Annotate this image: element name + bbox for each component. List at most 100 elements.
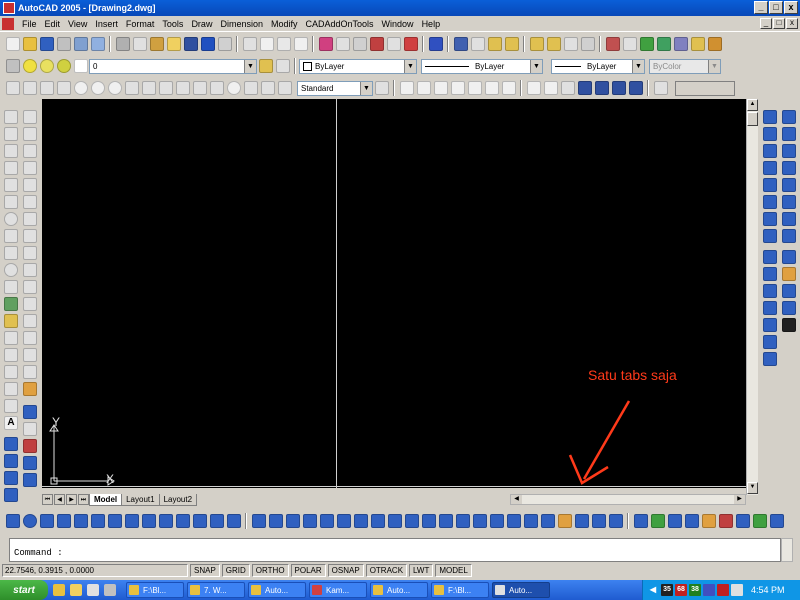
maximize-button[interactable]: □ [769, 1, 783, 14]
extrude-faces-icon[interactable] [302, 514, 317, 528]
tolerance-icon[interactable] [209, 81, 224, 95]
taskbar-item-w[interactable]: 7. W... [187, 582, 245, 598]
solid-tool-11-icon[interactable] [782, 284, 796, 298]
move-icon[interactable] [656, 37, 671, 51]
linetype-dropdown[interactable]: ByLayer ▼ [421, 58, 543, 74]
quicklaunch-folder-icon[interactable] [70, 584, 82, 596]
scale-icon[interactable] [690, 37, 705, 51]
solid-tool-7-icon[interactable] [782, 211, 796, 226]
ucs-world-icon[interactable] [470, 37, 485, 51]
jogged-dimension-icon[interactable] [90, 81, 105, 95]
close-button[interactable]: x [784, 1, 798, 14]
taskbar-item-auto-1[interactable]: Auto... [248, 582, 306, 598]
dim-tool-10-icon[interactable] [763, 267, 777, 281]
lineweight-dropdown[interactable]: ByLayer ▼ [551, 58, 645, 74]
dim-tool-4-icon[interactable] [763, 160, 777, 175]
explode-icon[interactable] [23, 381, 37, 396]
command-scrollbar[interactable] [781, 538, 793, 562]
menu-dimension[interactable]: Dimension [216, 19, 267, 29]
subtract-icon[interactable] [268, 514, 283, 528]
redo-icon[interactable] [217, 37, 232, 51]
revision-cloud-icon[interactable] [4, 228, 18, 243]
break-at-point-icon[interactable] [23, 296, 37, 311]
hatch-icon[interactable] [4, 347, 18, 362]
materials-library-icon[interactable] [701, 514, 716, 528]
revolve-icon[interactable] [124, 514, 139, 528]
point-icon[interactable] [4, 330, 18, 345]
layer-manager-icon[interactable] [5, 59, 20, 73]
menu-tools[interactable]: Tools [158, 19, 187, 29]
shell-icon[interactable] [523, 514, 538, 528]
break-icon[interactable] [23, 313, 37, 328]
coordinate-readout[interactable]: 22.7546, 0.3915 , 0.0000 [2, 564, 188, 577]
multiline-text-icon[interactable] [399, 81, 414, 95]
spline-icon[interactable] [4, 245, 18, 260]
solid-tool-13-icon[interactable] [782, 318, 796, 332]
setup-profile-icon[interactable] [226, 514, 241, 528]
tab-prev-button[interactable]: ◀ [54, 494, 65, 505]
setup-view-icon[interactable] [209, 514, 224, 528]
center-mark-icon[interactable] [226, 81, 241, 95]
cylinder-icon[interactable] [39, 514, 54, 528]
offset-object-icon[interactable] [23, 160, 37, 175]
publish-icon[interactable] [90, 37, 105, 51]
quicklaunch-explorer-icon[interactable] [53, 584, 65, 596]
imprint-icon[interactable] [472, 514, 487, 528]
solid-tool-10-icon[interactable] [782, 267, 796, 281]
union-icon[interactable] [251, 514, 266, 528]
polyline-icon[interactable] [4, 143, 18, 158]
drawing-canvas[interactable]: Y X [42, 99, 746, 488]
make-object-layer-current-icon[interactable] [258, 59, 273, 73]
scroll-down-button[interactable]: ▼ [747, 482, 758, 494]
tool-icon-h[interactable] [23, 456, 37, 470]
flat-edges-icon[interactable] [611, 81, 626, 95]
osnap-toggle[interactable]: OSNAP [327, 564, 364, 577]
wireframe-3d-icon[interactable] [543, 81, 558, 95]
menu-file[interactable]: File [18, 19, 41, 29]
quicklaunch-drive-icon[interactable] [87, 584, 99, 596]
doc-close-button[interactable]: x [786, 18, 798, 29]
dimstyle-dropdown[interactable]: Standard ▼ [297, 80, 373, 96]
grid-toggle[interactable]: GRID [221, 564, 250, 577]
table-icon[interactable] [4, 398, 18, 413]
rotate-object-icon[interactable] [23, 211, 37, 226]
ucs-object-icon[interactable] [487, 37, 502, 51]
cone-icon[interactable] [56, 514, 71, 528]
doc-restore-button[interactable]: □ [773, 18, 785, 29]
aligned-dimension-icon[interactable] [22, 81, 37, 95]
tray-network-icon[interactable] [703, 584, 715, 596]
dimension-style-icon[interactable] [374, 81, 389, 95]
menu-draw[interactable]: Draw [187, 19, 216, 29]
scale-text-icon[interactable] [484, 81, 499, 95]
copy-faces-icon[interactable] [404, 514, 419, 528]
array-object-icon[interactable] [23, 177, 37, 192]
match-properties-icon[interactable] [166, 37, 181, 51]
copy-object-icon[interactable] [23, 126, 37, 141]
polar-toggle[interactable]: POLAR [290, 564, 326, 577]
save-icon[interactable] [39, 37, 54, 51]
offset-faces-icon[interactable] [336, 514, 351, 528]
menu-format[interactable]: Format [122, 19, 159, 29]
text-style-icon[interactable] [467, 81, 482, 95]
dim-tool-12-icon[interactable] [763, 301, 777, 315]
scroll-up-button[interactable]: ▲ [747, 99, 758, 111]
solid-tool-5-icon[interactable] [782, 177, 796, 192]
dimension-edit-icon[interactable] [243, 81, 258, 95]
scale-object-icon[interactable] [23, 228, 37, 243]
rotate-icon[interactable] [673, 37, 688, 51]
torus-icon[interactable] [90, 514, 105, 528]
minimize-button[interactable]: _ [754, 1, 768, 14]
tool-icon-c[interactable] [4, 471, 18, 485]
solid-edit-d-icon[interactable] [608, 514, 623, 528]
zoom-window-icon[interactable] [276, 37, 291, 51]
clean-icon[interactable] [489, 514, 504, 528]
region-icon[interactable] [4, 381, 18, 396]
edit-text-icon[interactable] [433, 81, 448, 95]
solid-tool-3-icon[interactable] [782, 143, 796, 158]
stretch-object-icon[interactable] [23, 245, 37, 260]
tray-antivirus-icon[interactable] [717, 584, 729, 596]
justify-text-icon[interactable] [501, 81, 516, 95]
solid-tool-2-icon[interactable] [782, 126, 796, 141]
copy-edges-icon[interactable] [438, 514, 453, 528]
dimension-update-icon[interactable] [277, 81, 292, 95]
